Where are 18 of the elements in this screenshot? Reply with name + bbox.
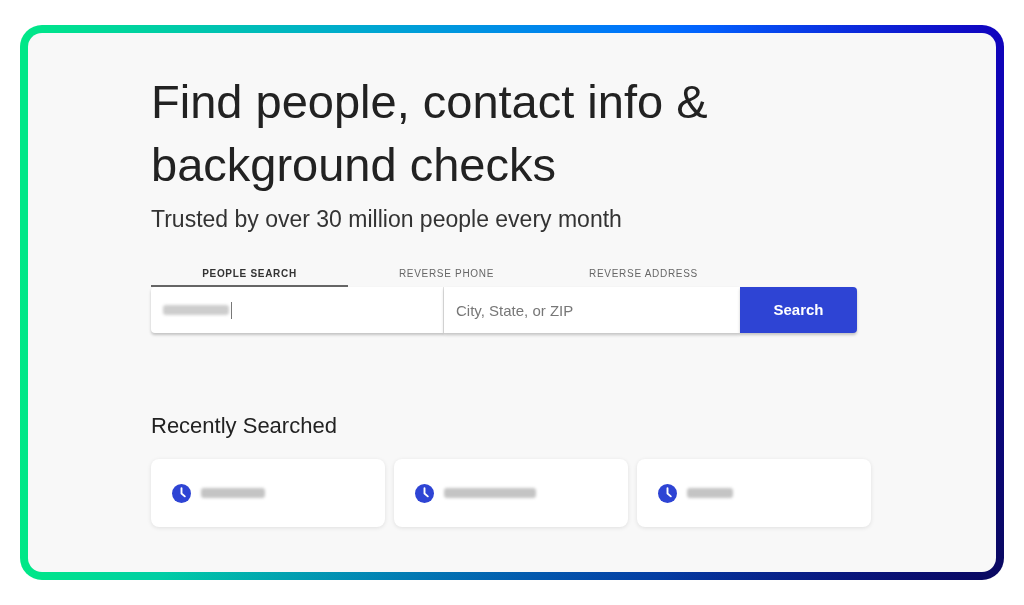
recent-search-card[interactable] [151,459,385,527]
search-tab[interactable]: REVERSE ADDRESS [545,265,742,287]
section-heading: Recently Searched [151,412,337,440]
clock-icon [172,483,191,503]
search-button[interactable]: Search [740,287,857,333]
subtitle: Trusted by over 30 million people every month [151,205,622,233]
text-cursor-icon [231,301,232,319]
name-field[interactable] [151,287,444,333]
location-field[interactable]: City, State, or ZIP [444,287,740,333]
blurred-name [687,488,733,498]
clock-icon [415,483,434,503]
clock-icon [658,483,677,503]
recent-search-card[interactable] [637,459,871,527]
page-heading: Find people, contact info & background checks [151,74,709,193]
blurred-name [163,305,229,315]
recent-search-card[interactable] [394,459,628,527]
search-tab[interactable]: REVERSE PHONE [348,265,545,287]
blurred-name [201,488,265,498]
